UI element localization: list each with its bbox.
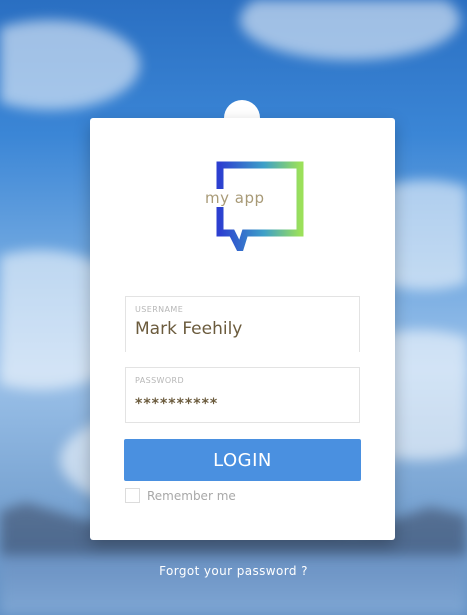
remember-checkbox[interactable] xyxy=(125,488,140,503)
username-input[interactable] xyxy=(135,319,345,339)
remember-me[interactable]: Remember me xyxy=(125,488,236,503)
app-logo: my app xyxy=(190,161,305,259)
password-input[interactable]: ********** xyxy=(135,396,345,412)
remember-label: Remember me xyxy=(147,488,236,503)
logo-text: my app xyxy=(202,189,268,207)
username-field[interactable]: USERNAME xyxy=(125,296,360,352)
login-button[interactable]: LOGIN xyxy=(124,439,361,481)
password-label: PASSWORD xyxy=(135,376,185,385)
username-label: USERNAME xyxy=(135,305,184,314)
password-field[interactable]: PASSWORD ********** xyxy=(125,367,360,423)
forgot-password-link[interactable]: Forgot your password ? xyxy=(0,564,467,578)
login-card: my app USERNAME PASSWORD ********** LOGI… xyxy=(90,118,395,540)
